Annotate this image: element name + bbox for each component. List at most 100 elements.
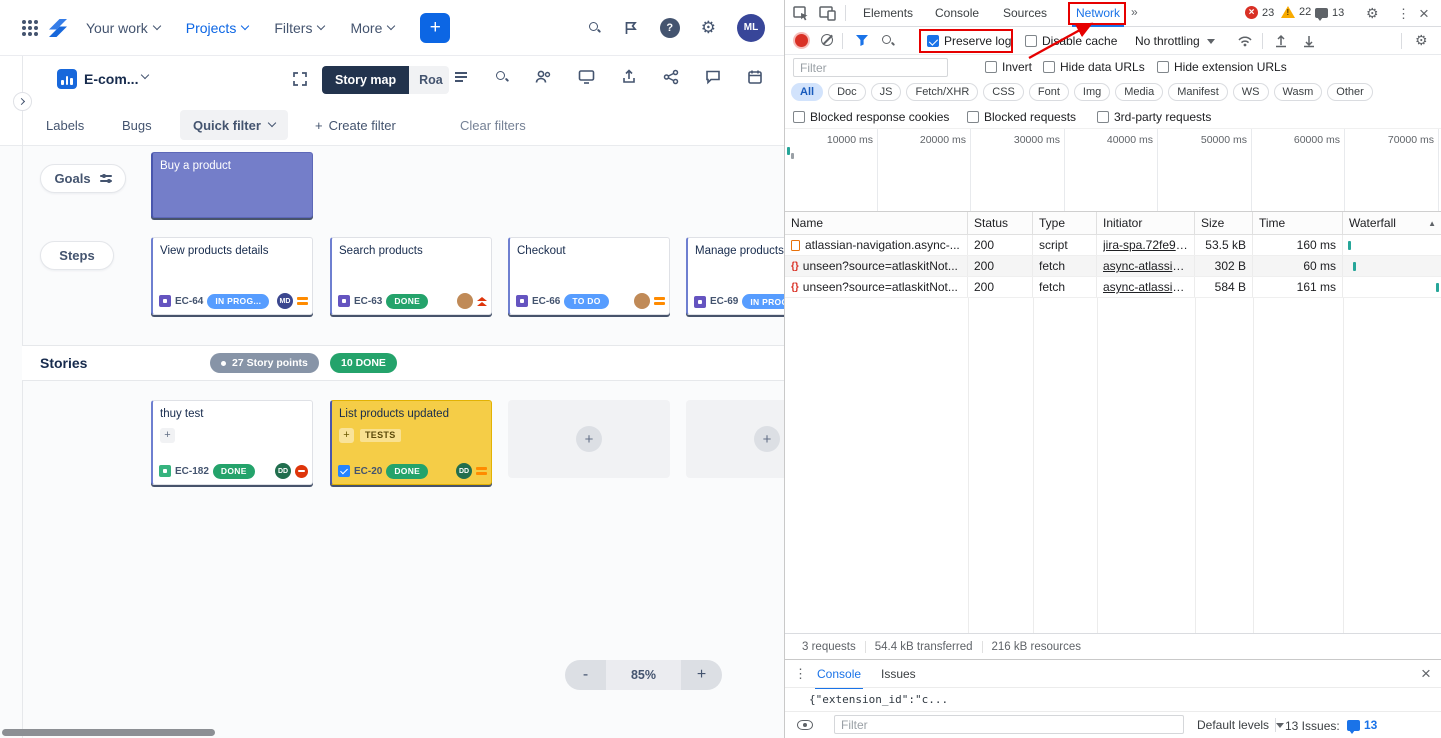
assignee-avatar[interactable]	[457, 293, 473, 309]
zoom-out-button[interactable]: -	[565, 660, 606, 690]
add-subitem-button[interactable]: +	[160, 428, 175, 443]
network-settings-gear-icon[interactable]: ⚙	[1415, 33, 1428, 47]
import-har-icon[interactable]	[1274, 34, 1288, 48]
disable-cache-checkbox[interactable]: Disable cache	[1025, 34, 1117, 48]
column-name[interactable]: Name	[785, 212, 968, 234]
request-initiator-link[interactable]: async-atlassia...	[1103, 280, 1188, 294]
preserve-log-checkbox[interactable]: Preserve log	[927, 34, 1011, 48]
calendar-icon[interactable]	[747, 69, 763, 85]
pill-wasm[interactable]: Wasm	[1274, 83, 1323, 101]
pill-other[interactable]: Other	[1327, 83, 1373, 101]
nav-more[interactable]: More	[340, 14, 404, 42]
invert-checkbox[interactable]: Invert	[985, 60, 1032, 74]
fullscreen-icon[interactable]	[292, 71, 308, 87]
clear-filters-button[interactable]: Clear filters	[460, 118, 526, 133]
monitor-icon[interactable]	[578, 69, 595, 85]
inspect-element-icon[interactable]	[793, 6, 809, 21]
pill-ws[interactable]: WS	[1233, 83, 1269, 101]
hide-extension-urls-checkbox[interactable]: Hide extension URLs	[1157, 60, 1287, 74]
devtools-close-icon[interactable]: ×	[1419, 5, 1429, 22]
create-button[interactable]: +	[420, 13, 450, 43]
tab-sources[interactable]: Sources	[1003, 6, 1047, 20]
project-chevron-icon[interactable]	[141, 71, 149, 79]
issues-count-widget[interactable]: 13	[1347, 718, 1377, 732]
pill-manifest[interactable]: Manifest	[1168, 83, 1228, 101]
share-icon[interactable]	[663, 69, 679, 85]
record-network-log-button[interactable]	[795, 34, 808, 47]
pill-doc[interactable]: Doc	[828, 83, 866, 101]
tab-network[interactable]: Network	[1076, 6, 1120, 20]
column-time[interactable]: Time	[1253, 212, 1343, 234]
people-icon[interactable]	[535, 69, 552, 85]
project-name[interactable]: E-com...	[84, 71, 138, 87]
pill-img[interactable]: Img	[1074, 83, 1110, 101]
network-filter-input[interactable]	[793, 58, 948, 77]
third-party-requests-checkbox[interactable]: 3rd-party requests	[1097, 110, 1211, 124]
lane-goals[interactable]: Goals	[40, 164, 126, 193]
expand-sidebar-button[interactable]	[13, 92, 32, 111]
search-network-icon[interactable]	[881, 34, 895, 48]
goal-card[interactable]: Buy a product	[151, 152, 313, 218]
app-switcher-icon[interactable]	[22, 20, 26, 24]
console-filter-input[interactable]	[834, 715, 1184, 734]
network-request-row[interactable]: atlassian-navigation.async-... 200 scrip…	[785, 235, 1441, 256]
device-toolbar-icon[interactable]	[819, 6, 836, 21]
network-conditions-icon[interactable]	[1237, 35, 1253, 47]
pill-css[interactable]: CSS	[983, 83, 1024, 101]
drawer-menu-icon[interactable]: ⋮	[794, 667, 807, 680]
nav-filters[interactable]: Filters	[264, 14, 334, 42]
error-counter[interactable]: ×23	[1245, 6, 1274, 19]
issues-counter[interactable]: 13	[1315, 7, 1344, 19]
network-request-row[interactable]: { }unseen?source=atlaskitNot... 200 fetc…	[785, 256, 1441, 277]
story-card[interactable]: thuy test + EC-182 DONE DD	[151, 400, 313, 485]
filter-funnel-icon[interactable]	[855, 34, 869, 47]
column-waterfall[interactable]: Waterfall▲	[1343, 212, 1441, 234]
nav-projects[interactable]: Projects	[176, 14, 259, 42]
throttling-dropdown[interactable]: No throttling	[1135, 34, 1215, 48]
help-icon[interactable]: ?	[660, 18, 680, 38]
more-tabs-icon[interactable]: »	[1131, 5, 1136, 19]
devtools-menu-icon[interactable]: ⋮	[1397, 7, 1410, 20]
board-search-icon[interactable]	[495, 70, 509, 84]
step-card[interactable]: Search products EC-63 DONE	[330, 237, 492, 315]
column-type[interactable]: Type	[1033, 212, 1097, 234]
pill-all[interactable]: All	[791, 83, 823, 101]
assignee-avatar[interactable]	[634, 293, 650, 309]
drawer-tab-console[interactable]: Console	[817, 667, 861, 681]
story-card-selected[interactable]: List products updated + TESTS EC-20 DONE…	[330, 400, 492, 485]
horizontal-scrollbar[interactable]	[2, 729, 215, 736]
blocked-requests-checkbox[interactable]: Blocked requests	[967, 110, 1076, 124]
export-har-icon[interactable]	[1302, 34, 1316, 48]
search-icon[interactable]	[588, 21, 602, 35]
tab-story-map[interactable]: Story map	[322, 66, 409, 94]
drawer-tab-issues[interactable]: Issues	[881, 667, 916, 681]
clear-network-log-icon[interactable]	[821, 34, 833, 46]
default-levels-dropdown[interactable]: Default levels	[1197, 718, 1284, 732]
live-expression-eye-icon[interactable]	[797, 720, 813, 730]
filter-labels[interactable]: Labels	[46, 118, 84, 133]
export-icon[interactable]	[621, 69, 637, 85]
step-card[interactable]: Manage products EC-69 IN PROG...	[686, 237, 785, 315]
request-initiator-link[interactable]: async-atlassia...	[1103, 259, 1188, 273]
add-label-button[interactable]: +	[339, 428, 354, 443]
column-size[interactable]: Size	[1195, 212, 1253, 234]
pill-fetch-xhr[interactable]: Fetch/XHR	[906, 83, 978, 101]
console-log-row[interactable]: {"extension_id":"c...	[785, 687, 1441, 712]
column-initiator[interactable]: Initiator	[1097, 212, 1195, 234]
assignee-avatar[interactable]: DD	[275, 463, 291, 479]
user-avatar[interactable]: ML	[737, 14, 765, 42]
jira-logo[interactable]	[46, 16, 70, 40]
announcement-icon[interactable]	[623, 20, 639, 36]
tab-roadmap[interactable]: Roa	[409, 66, 449, 94]
hide-data-urls-checkbox[interactable]: Hide data URLs	[1043, 60, 1145, 74]
pill-font[interactable]: Font	[1029, 83, 1069, 101]
zoom-in-button[interactable]: +	[681, 660, 722, 690]
assignee-avatar[interactable]: MD	[277, 293, 293, 309]
settings-gear-icon[interactable]: ⚙	[701, 19, 716, 36]
network-overview-timeline[interactable]: 10000 ms 20000 ms 30000 ms 40000 ms 5000…	[785, 128, 1441, 212]
quick-filter-button[interactable]: Quick filter	[180, 110, 288, 140]
warning-counter[interactable]: 22	[1281, 6, 1311, 18]
tab-console[interactable]: Console	[935, 6, 979, 20]
step-card[interactable]: Checkout EC-66 TO DO	[508, 237, 670, 315]
nav-your-work[interactable]: Your work	[76, 14, 170, 42]
